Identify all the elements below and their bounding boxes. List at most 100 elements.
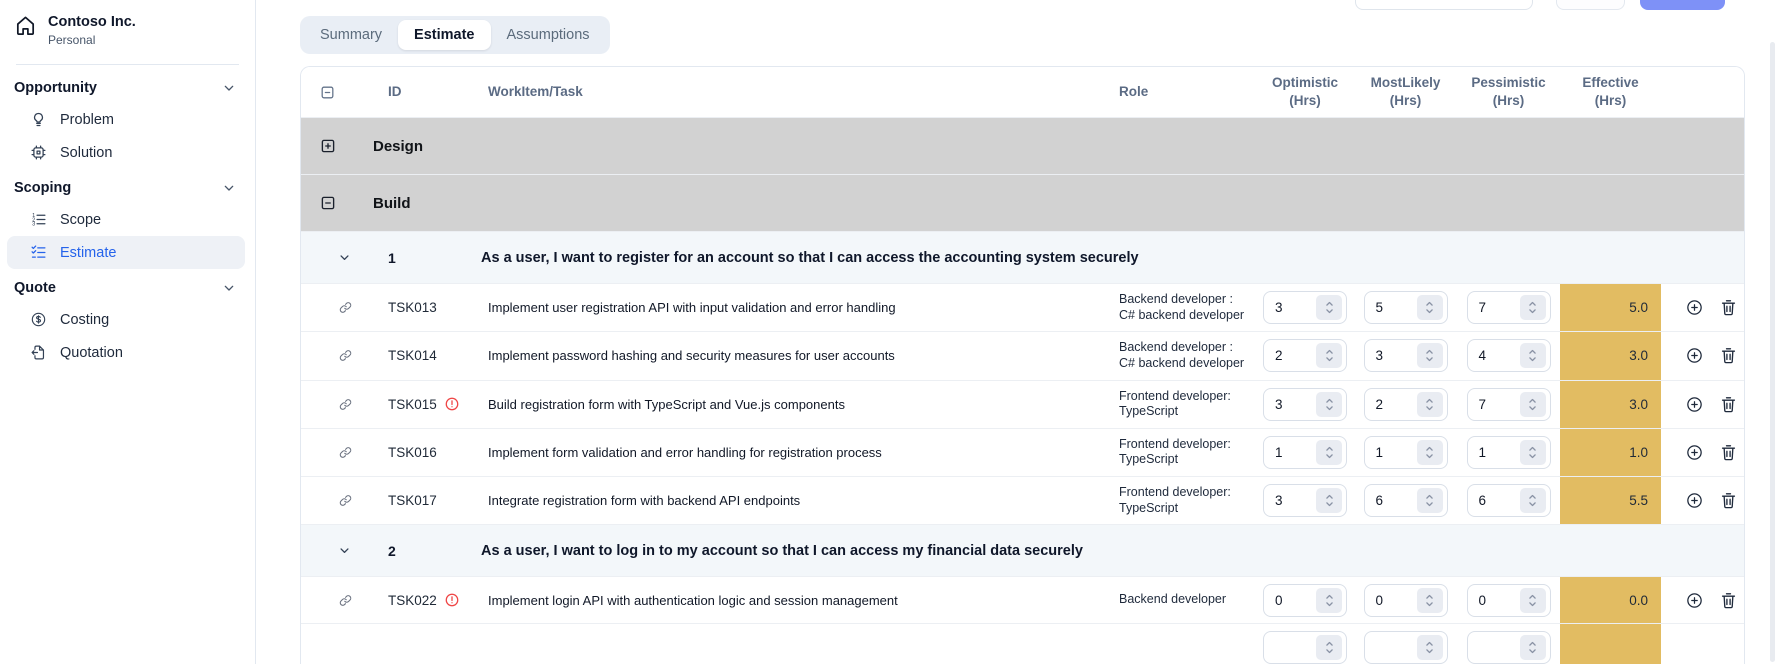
collapse-group-button[interactable] xyxy=(319,194,337,212)
decrement-button[interactable] xyxy=(1528,648,1537,654)
decrement-button[interactable] xyxy=(1325,308,1334,314)
increment-button[interactable] xyxy=(1325,594,1334,600)
increment-button[interactable] xyxy=(1325,446,1334,452)
add-row-button[interactable] xyxy=(1685,395,1704,414)
increment-button[interactable] xyxy=(1425,594,1434,600)
mostlikely-input[interactable]: 1 xyxy=(1363,435,1448,469)
increment-button[interactable] xyxy=(1528,594,1537,600)
decrement-button[interactable] xyxy=(1425,501,1434,507)
add-row-button[interactable] xyxy=(1685,443,1704,462)
decrement-button[interactable] xyxy=(1425,601,1434,607)
tab-summary[interactable]: Summary xyxy=(304,20,398,50)
decrement-button[interactable] xyxy=(1528,356,1537,362)
delete-row-button[interactable] xyxy=(1719,298,1738,317)
pessimistic-input[interactable]: 7 xyxy=(1466,291,1551,325)
pessimistic-input[interactable] xyxy=(1466,630,1551,664)
link-icon[interactable] xyxy=(338,445,353,460)
increment-button[interactable] xyxy=(1425,398,1434,404)
pessimistic-input[interactable]: 0 xyxy=(1466,583,1551,617)
increment-button[interactable] xyxy=(1425,641,1434,647)
pessimistic-input[interactable]: 1 xyxy=(1466,435,1551,469)
increment-button[interactable] xyxy=(1325,494,1334,500)
add-row-button[interactable] xyxy=(1685,491,1704,510)
decrement-button[interactable] xyxy=(1528,601,1537,607)
decrement-button[interactable] xyxy=(1425,453,1434,459)
sidebar-item-problem[interactable]: Problem xyxy=(7,103,245,136)
increment-button[interactable] xyxy=(1528,301,1537,307)
sidebar-item-estimate[interactable]: Estimate xyxy=(7,236,245,270)
optimistic-input[interactable]: 2 xyxy=(1263,339,1347,373)
decrement-button[interactable] xyxy=(1425,308,1434,314)
delete-row-button[interactable] xyxy=(1719,491,1738,510)
increment-button[interactable] xyxy=(1528,494,1537,500)
increment-button[interactable] xyxy=(1528,446,1537,452)
decrement-button[interactable] xyxy=(1528,501,1537,507)
collapse-story-button[interactable] xyxy=(337,250,352,265)
mostlikely-input[interactable]: 5 xyxy=(1363,291,1448,325)
increment-button[interactable] xyxy=(1425,446,1434,452)
optimistic-input[interactable]: 3 xyxy=(1263,291,1347,325)
increment-button[interactable] xyxy=(1425,349,1434,355)
increment-button[interactable] xyxy=(1528,641,1537,647)
collapse-story-button[interactable] xyxy=(337,543,352,558)
optimistic-input[interactable]: 0 xyxy=(1263,583,1347,617)
topbar-input[interactable] xyxy=(1355,0,1533,10)
sidebar-item-solution[interactable]: Solution xyxy=(7,136,245,169)
increment-button[interactable] xyxy=(1325,301,1334,307)
link-icon[interactable] xyxy=(338,397,353,412)
add-row-button[interactable] xyxy=(1685,591,1704,610)
decrement-button[interactable] xyxy=(1325,501,1334,507)
increment-button[interactable] xyxy=(1528,398,1537,404)
select-all-checkbox[interactable] xyxy=(319,84,336,101)
add-row-button[interactable] xyxy=(1685,298,1704,317)
topbar-button[interactable] xyxy=(1556,0,1625,10)
mostlikely-input[interactable]: 2 xyxy=(1363,387,1448,421)
increment-button[interactable] xyxy=(1325,641,1334,647)
link-icon[interactable] xyxy=(338,348,353,363)
sidebar-item-quotation[interactable]: Quotation xyxy=(7,336,245,369)
delete-row-button[interactable] xyxy=(1719,346,1738,365)
delete-row-button[interactable] xyxy=(1719,591,1738,610)
link-icon[interactable] xyxy=(338,593,353,608)
link-icon[interactable] xyxy=(338,493,353,508)
optimistic-input[interactable]: 3 xyxy=(1263,484,1347,518)
decrement-button[interactable] xyxy=(1325,356,1334,362)
decrement-button[interactable] xyxy=(1528,453,1537,459)
increment-button[interactable] xyxy=(1325,398,1334,404)
vertical-scrollbar[interactable] xyxy=(1770,42,1775,662)
link-icon[interactable] xyxy=(338,300,353,315)
decrement-button[interactable] xyxy=(1528,405,1537,411)
pessimistic-input[interactable]: 6 xyxy=(1466,484,1551,518)
pessimistic-input[interactable]: 7 xyxy=(1466,387,1551,421)
decrement-button[interactable] xyxy=(1325,601,1334,607)
mostlikely-input[interactable] xyxy=(1363,630,1448,664)
delete-row-button[interactable] xyxy=(1719,443,1738,462)
sidebar-item-scope[interactable]: 1 2 3 Scope xyxy=(7,203,245,236)
expand-group-button[interactable] xyxy=(319,137,337,155)
sidebar-item-costing[interactable]: Costing xyxy=(7,303,245,336)
increment-button[interactable] xyxy=(1425,494,1434,500)
nav-section-opportunity[interactable]: Opportunity xyxy=(0,69,255,103)
optimistic-input[interactable]: 1 xyxy=(1263,435,1347,469)
decrement-button[interactable] xyxy=(1425,648,1434,654)
decrement-button[interactable] xyxy=(1325,405,1334,411)
org-header[interactable]: Contoso Inc. Personal xyxy=(0,12,255,49)
topbar-primary-button[interactable] xyxy=(1640,0,1725,10)
nav-section-scoping[interactable]: Scoping xyxy=(0,169,255,203)
tab-estimate[interactable]: Estimate xyxy=(398,20,491,50)
mostlikely-input[interactable]: 3 xyxy=(1363,339,1448,373)
decrement-button[interactable] xyxy=(1325,453,1334,459)
tab-assumptions[interactable]: Assumptions xyxy=(491,20,606,50)
nav-section-quote[interactable]: Quote xyxy=(0,269,255,303)
increment-button[interactable] xyxy=(1425,301,1434,307)
mostlikely-input[interactable]: 6 xyxy=(1363,484,1448,518)
optimistic-input[interactable] xyxy=(1263,630,1347,664)
increment-button[interactable] xyxy=(1528,349,1537,355)
mostlikely-input[interactable]: 0 xyxy=(1363,583,1448,617)
pessimistic-input[interactable]: 4 xyxy=(1466,339,1551,373)
optimistic-input[interactable]: 3 xyxy=(1263,387,1347,421)
decrement-button[interactable] xyxy=(1325,648,1334,654)
delete-row-button[interactable] xyxy=(1719,395,1738,414)
add-row-button[interactable] xyxy=(1685,346,1704,365)
decrement-button[interactable] xyxy=(1528,308,1537,314)
